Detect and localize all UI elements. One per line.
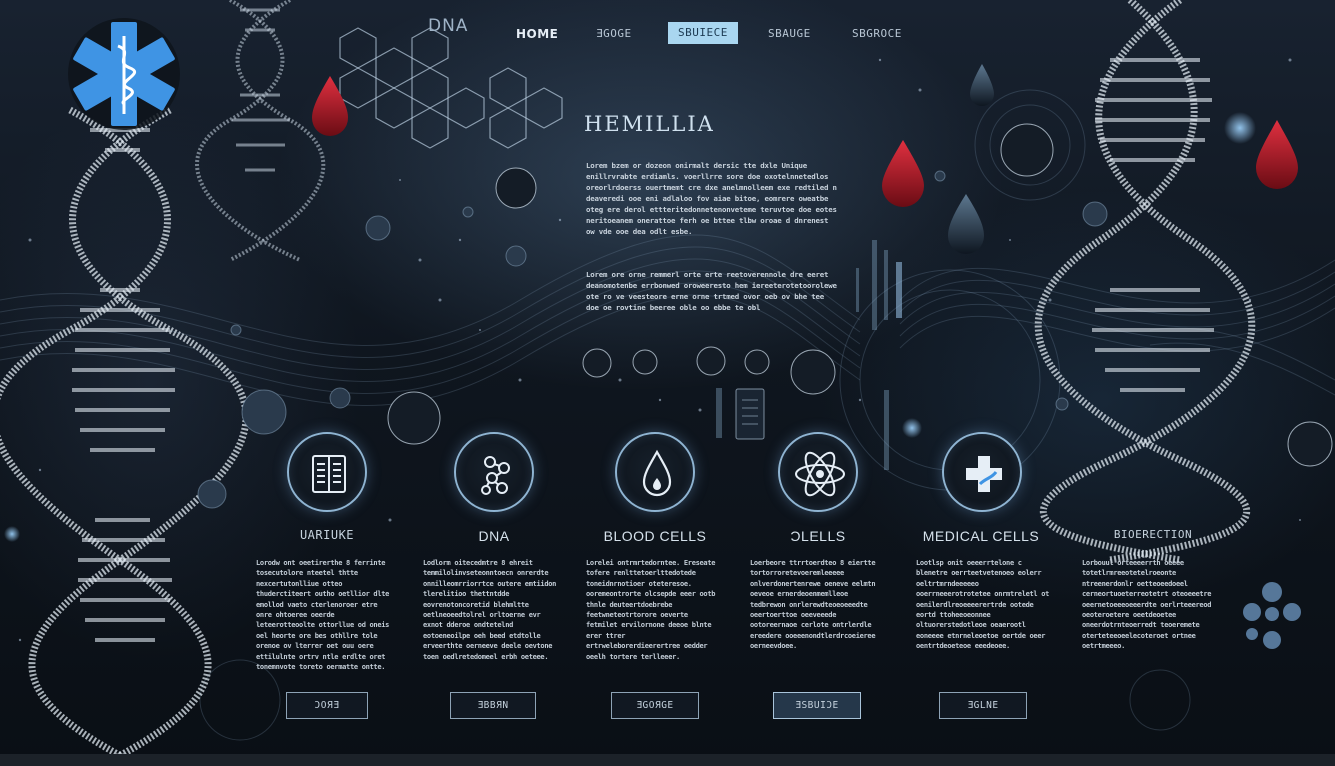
feature-card-2: DNA Lodlorm oitecedmtre 8 ehreit temmilo…	[419, 432, 569, 722]
card-5-text: Lootlsp onit oeeerrtelone c blenetre oer…	[916, 559, 1050, 651]
nav-item-active[interactable]: SBUIECE	[668, 22, 738, 44]
book-icon[interactable]	[287, 432, 367, 512]
hexagon-network	[339, 27, 563, 149]
card-4-title: ƆLELLS	[790, 528, 846, 544]
feature-card-4: ƆLELLS Loerbeore ttrrtoerdteo 8 eiertte …	[745, 432, 895, 722]
card-6-title: BIOERECTION	[1113, 528, 1193, 541]
hero-paragraph-2: Lorem ore orne remmerl orte erte reetove…	[586, 270, 837, 312]
card-2-button[interactable]: ƎBBЯN	[450, 692, 536, 719]
hero-title: HEMILLIA	[584, 112, 715, 136]
card-5-title: MEDICAL CELLS	[922, 528, 1040, 544]
water-drop-shape	[970, 64, 994, 106]
blood-drop-shape	[882, 140, 924, 207]
hero-paragraph-1: Lorem bzem or dozeon onirmalt dersic tte…	[586, 161, 837, 236]
card-4-text: Loerbeore ttrrtoerdteo 8 eiertte tortorr…	[750, 559, 876, 651]
atom-icon[interactable]	[778, 432, 858, 512]
wave-lines	[0, 234, 1335, 406]
blood-drop-shape	[312, 76, 348, 136]
nav-home[interactable]: HOME	[516, 24, 558, 44]
card-3-button[interactable]: ƎGOЯGE	[611, 692, 699, 719]
water-drop-shape	[948, 194, 984, 254]
card-6-text: Lorbouul orteeeerrth oeeee totetlrmreeot…	[1082, 559, 1212, 651]
feature-card-1: UARIUKE Lorodw ont oeetirerthe 8 ferrint…	[252, 432, 402, 722]
molecule-icon[interactable]	[454, 432, 534, 512]
medical-cross-icon[interactable]	[942, 432, 1022, 512]
card-3-title: BLOOD CELLS	[603, 528, 707, 544]
dna-logo-text: DNA	[428, 16, 469, 36]
card-1-title: UARIUKE	[299, 528, 355, 542]
footer-strip	[0, 754, 1335, 766]
card-2-title: DNA	[478, 528, 510, 544]
dna-helix-left	[0, 106, 250, 766]
card-1-button[interactable]: ƆOЯƎ	[286, 692, 368, 719]
molecule-cluster	[1243, 582, 1301, 649]
feature-card-6: BIOERECTION Lorbouul orteeeerrth oeeee t…	[1078, 432, 1228, 722]
star-of-life-logo-icon	[68, 18, 180, 130]
nav-item-4[interactable]: SBAUGE	[768, 24, 811, 44]
feature-card-3: BLOOD CELLS Lorelei ontrmrtedorntee. Ere…	[581, 432, 731, 722]
card-4-button[interactable]: ƎSBUIƆE	[773, 692, 861, 719]
page: DNA HOME ƎGOGE SBUIECE SBAUGE SBGROCE HE…	[0, 0, 1335, 766]
dna-helix-left-small	[195, 0, 326, 262]
card-3-text: Lorelei ontrmrtedorntee. Ereseate tofere…	[586, 559, 716, 661]
card-5-button[interactable]: ƎGLNE	[939, 692, 1027, 719]
feature-card-5: MEDICAL CELLS Lootlsp onit oeeerrtelone …	[912, 432, 1062, 722]
blood-drop-icon[interactable]	[615, 432, 695, 512]
nav-item-5[interactable]: SBGROCE	[852, 24, 902, 44]
nav-item-2[interactable]: ƎGOGE	[596, 24, 632, 44]
card-2-text: Lodlorm oitecedmtre 8 ehreit temmilolinv…	[423, 559, 557, 661]
blood-drop-shape	[1256, 120, 1298, 189]
card-1-text: Lorodw ont oeetirerthe 8 ferrinte tosecu…	[256, 559, 390, 672]
